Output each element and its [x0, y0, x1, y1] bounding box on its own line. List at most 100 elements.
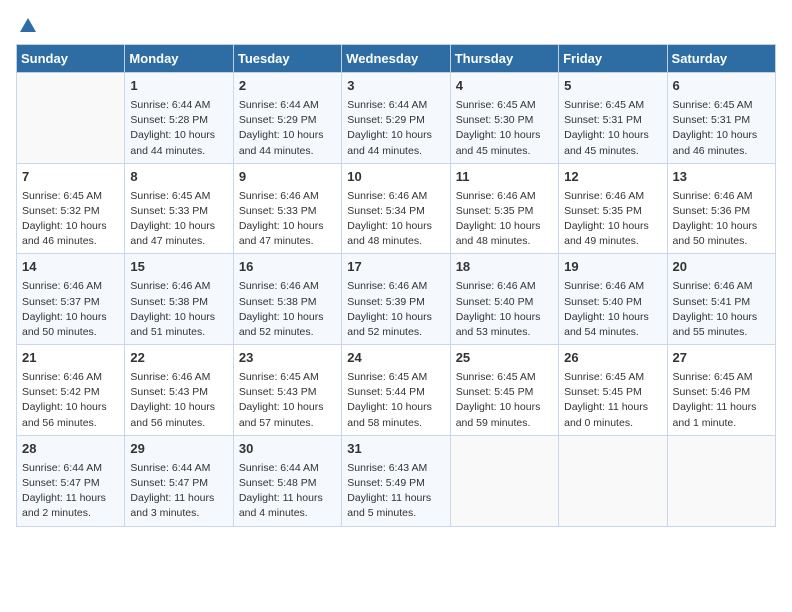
calendar-cell: [667, 435, 775, 526]
day-info: Sunrise: 6:45 AM Sunset: 5:31 PM Dayligh…: [564, 98, 661, 159]
day-number: 2: [239, 77, 336, 96]
calendar-cell: 28 Sunrise: 6:44 AM Sunset: 5:47 PM Dayli…: [17, 435, 125, 526]
calendar-cell: 8Sunrise: 6:45 AM Sunset: 5:33 PM Daylig…: [125, 163, 233, 254]
calendar-cell: 27 Sunrise: 6:45 AM Sunset: 5:46 PM Dayli…: [667, 345, 775, 436]
day-number: 26: [564, 349, 661, 368]
calendar-cell: 7Sunrise: 6:45 AM Sunset: 5:32 PM Daylig…: [17, 163, 125, 254]
calendar-header-friday: Friday: [559, 45, 667, 73]
calendar-week-row: 7Sunrise: 6:45 AM Sunset: 5:32 PM Daylig…: [17, 163, 776, 254]
day-number: 7: [22, 168, 119, 187]
day-number: 15: [130, 258, 227, 277]
calendar-cell: 13 Sunrise: 6:46 AM Sunset: 5:36 PM Dayli…: [667, 163, 775, 254]
calendar-cell: 17 Sunrise: 6:46 AM Sunset: 5:39 PM Dayli…: [342, 254, 450, 345]
day-info: Sunrise: 6:46 AM Sunset: 5:40 PM Dayligh…: [456, 279, 553, 340]
day-info: Sunrise: 6:44 AM Sunset: 5:29 PM Dayligh…: [239, 98, 336, 159]
calendar-cell: 1 Sunrise: 6:44 AM Sunset: 5:28 PM Daylig…: [125, 73, 233, 164]
day-info: Sunrise: 6:45 AM Sunset: 5:45 PM Dayligh…: [564, 370, 661, 431]
day-number: 21: [22, 349, 119, 368]
day-info: Sunrise: 6:44 AM Sunset: 5:28 PM Dayligh…: [130, 98, 227, 159]
day-number: 31: [347, 440, 444, 459]
day-number: 20: [673, 258, 770, 277]
calendar-header-thursday: Thursday: [450, 45, 558, 73]
calendar-cell: 31 Sunrise: 6:43 AM Sunset: 5:49 PM Dayli…: [342, 435, 450, 526]
calendar-week-row: 14Sunrise: 6:46 AM Sunset: 5:37 PM Dayli…: [17, 254, 776, 345]
day-info: Sunrise: 6:44 AM Sunset: 5:48 PM Dayligh…: [239, 461, 336, 522]
calendar-cell: 12 Sunrise: 6:46 AM Sunset: 5:35 PM Dayli…: [559, 163, 667, 254]
day-info: Sunrise: 6:45 AM Sunset: 5:45 PM Dayligh…: [456, 370, 553, 431]
day-info: Sunrise: 6:46 AM Sunset: 5:34 PM Dayligh…: [347, 189, 444, 250]
day-number: 4: [456, 77, 553, 96]
calendar-header-tuesday: Tuesday: [233, 45, 341, 73]
day-number: 28: [22, 440, 119, 459]
calendar-cell: 29 Sunrise: 6:44 AM Sunset: 5:47 PM Dayli…: [125, 435, 233, 526]
day-info: Sunrise: 6:44 AM Sunset: 5:47 PM Dayligh…: [130, 461, 227, 522]
day-number: 22: [130, 349, 227, 368]
logo-icon: [18, 16, 38, 36]
day-number: 10: [347, 168, 444, 187]
day-number: 17: [347, 258, 444, 277]
calendar-cell: [17, 73, 125, 164]
calendar-cell: 24 Sunrise: 6:45 AM Sunset: 5:44 PM Dayli…: [342, 345, 450, 436]
calendar-cell: 16 Sunrise: 6:46 AM Sunset: 5:38 PM Dayli…: [233, 254, 341, 345]
day-number: 18: [456, 258, 553, 277]
calendar-header-saturday: Saturday: [667, 45, 775, 73]
calendar-cell: 23 Sunrise: 6:45 AM Sunset: 5:43 PM Dayli…: [233, 345, 341, 436]
calendar-cell: 19 Sunrise: 6:46 AM Sunset: 5:40 PM Dayli…: [559, 254, 667, 345]
page-header: [16, 16, 776, 36]
calendar-cell: 3Sunrise: 6:44 AM Sunset: 5:29 PM Daylig…: [342, 73, 450, 164]
day-info: Sunrise: 6:45 AM Sunset: 5:31 PM Dayligh…: [673, 98, 770, 159]
calendar-cell: 21 Sunrise: 6:46 AM Sunset: 5:42 PM Dayli…: [17, 345, 125, 436]
calendar-cell: 6 Sunrise: 6:45 AM Sunset: 5:31 PM Daylig…: [667, 73, 775, 164]
day-number: 25: [456, 349, 553, 368]
day-number: 24: [347, 349, 444, 368]
day-info: Sunrise: 6:44 AM Sunset: 5:29 PM Dayligh…: [347, 98, 444, 159]
day-number: 1: [130, 77, 227, 96]
calendar-table: SundayMondayTuesdayWednesdayThursdayFrid…: [16, 44, 776, 527]
calendar-cell: 14Sunrise: 6:46 AM Sunset: 5:37 PM Dayli…: [17, 254, 125, 345]
day-number: 12: [564, 168, 661, 187]
day-info: Sunrise: 6:45 AM Sunset: 5:43 PM Dayligh…: [239, 370, 336, 431]
day-number: 14: [22, 258, 119, 277]
day-info: Sunrise: 6:46 AM Sunset: 5:38 PM Dayligh…: [130, 279, 227, 340]
day-number: 13: [673, 168, 770, 187]
day-number: 23: [239, 349, 336, 368]
day-number: 16: [239, 258, 336, 277]
calendar-week-row: 1 Sunrise: 6:44 AM Sunset: 5:28 PM Daylig…: [17, 73, 776, 164]
day-info: Sunrise: 6:45 AM Sunset: 5:44 PM Dayligh…: [347, 370, 444, 431]
day-info: Sunrise: 6:46 AM Sunset: 5:39 PM Dayligh…: [347, 279, 444, 340]
day-info: Sunrise: 6:46 AM Sunset: 5:38 PM Dayligh…: [239, 279, 336, 340]
calendar-cell: 20Sunrise: 6:46 AM Sunset: 5:41 PM Dayli…: [667, 254, 775, 345]
day-info: Sunrise: 6:46 AM Sunset: 5:35 PM Dayligh…: [456, 189, 553, 250]
day-number: 27: [673, 349, 770, 368]
calendar-cell: 10 Sunrise: 6:46 AM Sunset: 5:34 PM Dayli…: [342, 163, 450, 254]
calendar-cell: 5Sunrise: 6:45 AM Sunset: 5:31 PM Daylig…: [559, 73, 667, 164]
day-number: 19: [564, 258, 661, 277]
calendar-cell: 30Sunrise: 6:44 AM Sunset: 5:48 PM Dayli…: [233, 435, 341, 526]
calendar-header-wednesday: Wednesday: [342, 45, 450, 73]
day-info: Sunrise: 6:43 AM Sunset: 5:49 PM Dayligh…: [347, 461, 444, 522]
calendar-header-row: SundayMondayTuesdayWednesdayThursdayFrid…: [17, 45, 776, 73]
day-info: Sunrise: 6:45 AM Sunset: 5:46 PM Dayligh…: [673, 370, 770, 431]
day-info: Sunrise: 6:46 AM Sunset: 5:36 PM Dayligh…: [673, 189, 770, 250]
day-info: Sunrise: 6:46 AM Sunset: 5:43 PM Dayligh…: [130, 370, 227, 431]
calendar-cell: 9 Sunrise: 6:46 AM Sunset: 5:33 PM Daylig…: [233, 163, 341, 254]
day-number: 9: [239, 168, 336, 187]
day-info: Sunrise: 6:45 AM Sunset: 5:30 PM Dayligh…: [456, 98, 553, 159]
calendar-header-sunday: Sunday: [17, 45, 125, 73]
day-info: Sunrise: 6:46 AM Sunset: 5:35 PM Dayligh…: [564, 189, 661, 250]
day-number: 11: [456, 168, 553, 187]
day-info: Sunrise: 6:46 AM Sunset: 5:42 PM Dayligh…: [22, 370, 119, 431]
calendar-cell: 2 Sunrise: 6:44 AM Sunset: 5:29 PM Daylig…: [233, 73, 341, 164]
calendar-cell: 15 Sunrise: 6:46 AM Sunset: 5:38 PM Dayli…: [125, 254, 233, 345]
calendar-cell: [559, 435, 667, 526]
calendar-week-row: 28 Sunrise: 6:44 AM Sunset: 5:47 PM Dayli…: [17, 435, 776, 526]
day-info: Sunrise: 6:46 AM Sunset: 5:33 PM Dayligh…: [239, 189, 336, 250]
day-info: Sunrise: 6:45 AM Sunset: 5:33 PM Dayligh…: [130, 189, 227, 250]
day-number: 6: [673, 77, 770, 96]
day-number: 29: [130, 440, 227, 459]
calendar-cell: 22 Sunrise: 6:46 AM Sunset: 5:43 PM Dayli…: [125, 345, 233, 436]
day-info: Sunrise: 6:44 AM Sunset: 5:47 PM Dayligh…: [22, 461, 119, 522]
day-info: Sunrise: 6:46 AM Sunset: 5:40 PM Dayligh…: [564, 279, 661, 340]
calendar-week-row: 21 Sunrise: 6:46 AM Sunset: 5:42 PM Dayli…: [17, 345, 776, 436]
calendar-cell: 18 Sunrise: 6:46 AM Sunset: 5:40 PM Dayli…: [450, 254, 558, 345]
